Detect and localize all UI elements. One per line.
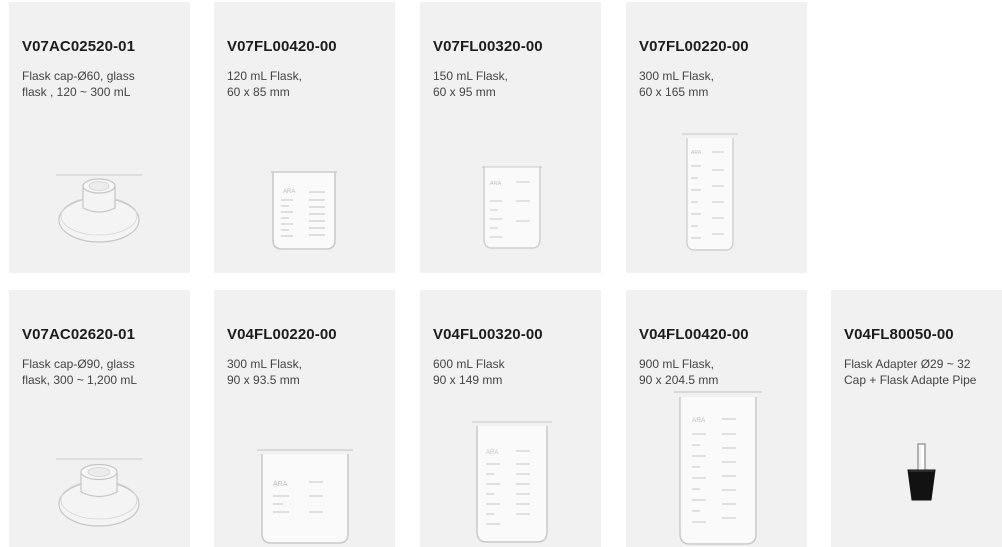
svg-text:ARA: ARA (273, 481, 288, 488)
product-card[interactable]: V07FL00420-00 120 mL Flask, 60 x 85 mm AR… (214, 2, 395, 273)
product-card[interactable]: V04FL00220-00 300 mL Flask, 90 x 93.5 mm … (214, 290, 395, 547)
product-code: V04FL00420-00 (639, 326, 749, 343)
svg-text:ARA: ARA (692, 417, 706, 424)
product-code: V07FL00320-00 (433, 38, 543, 55)
product-description: 900 mL Flask, 90 x 204.5 mm (639, 357, 719, 387)
product-card[interactable]: V07FL00220-00 300 mL Flask, 60 x 165 mm A… (626, 2, 807, 273)
product-description: 600 mL Flask 90 x 149 mm (433, 357, 505, 387)
product-card[interactable]: V04FL80050-00 Flask Adapter Ø29 ~ 32 Cap … (831, 290, 1002, 547)
product-code: V07AC02520-01 (22, 38, 136, 55)
flask-image: ARA (682, 133, 738, 251)
flask-adapter-image (907, 443, 936, 501)
product-card[interactable]: V07AC02520-01 Flask cap-Ø60, glass flask … (9, 2, 190, 273)
product-code: V04FL80050-00 (844, 326, 954, 343)
product-code: V07FL00220-00 (639, 38, 749, 55)
flask-cap-image (56, 174, 142, 243)
product-card[interactable]: V04FL00320-00 600 mL Flask 90 x 149 mm AR… (420, 290, 601, 547)
flask-image: ARA (674, 391, 762, 545)
product-code: V07AC02620-01 (22, 326, 136, 343)
product-description: 300 mL Flask, 90 x 93.5 mm (227, 357, 302, 387)
product-description: Flask Adapter Ø29 ~ 32 Cap + Flask Adapte… (844, 357, 977, 387)
product-description: 300 mL Flask, 60 x 165 mm (639, 69, 714, 99)
flask-image: ARA (482, 166, 542, 249)
product-code: V07FL00420-00 (227, 38, 337, 55)
product-card[interactable]: V07FL00320-00 150 mL Flask, 60 x 95 mm AR… (420, 2, 601, 273)
product-card[interactable]: V07AC02620-01 Flask cap-Ø90, glass flask,… (9, 290, 190, 547)
product-card[interactable]: V04FL00420-00 900 mL Flask, 90 x 204.5 mm… (626, 290, 807, 547)
svg-text:ARA: ARA (486, 450, 498, 456)
svg-text:ARA: ARA (691, 150, 702, 156)
svg-text:ARA: ARA (490, 181, 502, 187)
product-code: V04FL00220-00 (227, 326, 337, 343)
svg-text:ARA: ARA (283, 189, 295, 195)
product-description: Flask cap-Ø60, glass flask , 120 ~ 300 mL (22, 69, 135, 99)
product-description: Flask cap-Ø90, glass flask, 300 ~ 1,200 m… (22, 357, 138, 387)
product-code: V04FL00320-00 (433, 326, 543, 343)
flask-image: ARA (472, 421, 552, 543)
flask-cap-image (56, 458, 142, 527)
flask-image: ARA (271, 171, 337, 250)
product-description: 150 mL Flask, 60 x 95 mm (433, 69, 508, 99)
flask-image: ARA (257, 449, 353, 544)
product-description: 120 mL Flask, 60 x 85 mm (227, 69, 302, 99)
